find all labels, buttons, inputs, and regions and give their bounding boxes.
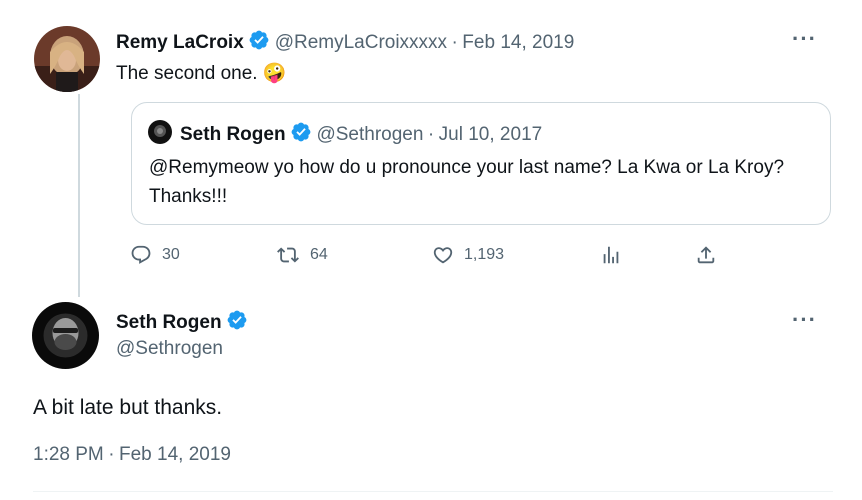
retweet-icon [276, 244, 300, 266]
reply-tweet-text: The second one. 🤪 [116, 61, 287, 85]
separator: · [451, 32, 458, 53]
main-tweet-handle[interactable]: @Sethrogen [116, 338, 223, 360]
verified-badge-icon [226, 309, 248, 336]
avatar-seth[interactable] [32, 302, 99, 369]
divider [33, 491, 833, 492]
views-button[interactable] [600, 244, 622, 266]
share-button[interactable] [695, 244, 717, 266]
tweet-time[interactable]: 1:28 PM [33, 444, 104, 465]
reply-button[interactable]: 30 [130, 244, 180, 266]
tweet-date[interactable]: Feb 14, 2019 [119, 444, 231, 465]
separator: · [108, 444, 115, 465]
quoted-tweet-text: @Remymeow yo how do u pronounce your las… [149, 157, 785, 207]
reply-count: 30 [162, 246, 180, 263]
retweet-count: 64 [310, 246, 328, 263]
tweet-date[interactable]: Feb 14, 2019 [462, 32, 574, 53]
reply-icon [130, 244, 152, 266]
author-name[interactable]: Seth Rogen [116, 312, 222, 333]
tweet-actions: 30 64 1,193 [130, 244, 730, 272]
like-count: 1,193 [464, 246, 505, 263]
analytics-icon [600, 244, 622, 266]
verified-badge-icon [248, 29, 270, 56]
avatar-remy[interactable] [34, 26, 100, 92]
tweet-thread: Remy LaCroix @RemyLaCroixxxxx · Feb 14, … [14, 0, 846, 500]
quoted-author-handle: @Sethrogen [316, 124, 424, 145]
zany-face-emoji: 🤪 [262, 63, 287, 84]
thread-connector [78, 94, 80, 297]
reply-tweet-header: Remy LaCroix @RemyLaCroixxxxx · Feb 14, … [116, 29, 574, 56]
main-tweet-meta: 1:28 PM · Feb 14, 2019 [33, 444, 231, 466]
quoted-tweet-date: Jul 10, 2017 [438, 124, 543, 145]
tweet-text: The second one. [116, 63, 258, 84]
quoted-author-name: Seth Rogen [180, 124, 286, 145]
quoted-tweet-card[interactable]: Seth Rogen @Sethrogen · Jul 10, 2017 @Re… [131, 102, 831, 225]
like-button[interactable]: 1,193 [432, 244, 504, 266]
main-tweet-author: Seth Rogen [116, 309, 248, 336]
more-options-icon[interactable]: ··· [792, 307, 817, 333]
retweet-button[interactable]: 64 [276, 244, 328, 266]
author-handle[interactable]: @RemyLaCroixxxxx [275, 32, 447, 53]
share-icon [695, 244, 717, 266]
avatar-seth-small [148, 120, 172, 144]
quoted-tweet-header: Seth Rogen @Sethrogen · Jul 10, 2017 [180, 121, 542, 148]
more-options-icon[interactable]: ··· [792, 26, 817, 52]
separator: · [427, 124, 435, 145]
main-tweet-text: A bit late but thanks. [33, 396, 223, 419]
heart-icon [432, 244, 454, 266]
verified-badge-icon [290, 121, 312, 148]
author-name[interactable]: Remy LaCroix [116, 32, 244, 53]
